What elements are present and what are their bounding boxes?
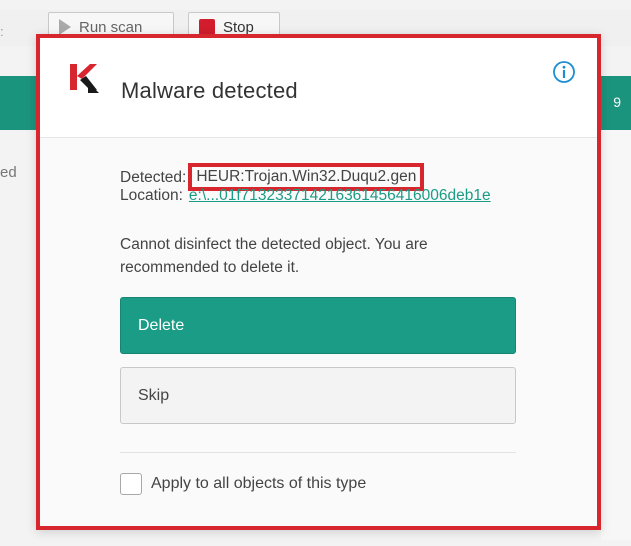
background-text-fragment: ed (0, 164, 17, 181)
location-row: Location: e:\...01f7132337142163614564160… (120, 187, 491, 205)
location-label: Location: (120, 187, 183, 204)
apply-all-option[interactable]: Apply to all objects of this type (120, 473, 366, 495)
delete-button[interactable]: Delete (120, 297, 516, 354)
skip-button[interactable]: Skip (120, 367, 516, 424)
skip-button-label: Skip (138, 386, 170, 404)
dialog-header: Malware detected (40, 38, 597, 138)
play-icon (59, 19, 71, 35)
detected-label: Detected: (120, 169, 187, 186)
disinfect-message: Cannot disinfect the detected object. Yo… (120, 236, 428, 276)
run-scan-label: Run scan (79, 18, 143, 36)
dialog-body: Detected: HEUR:Trojan.Win32.Duqu2.gen Loc… (40, 138, 597, 526)
dialog-title: Malware detected (121, 78, 298, 103)
background-side-strip (601, 130, 631, 540)
info-icon[interactable] (552, 60, 576, 84)
malware-detected-dialog: Malware detected Detected: HEUR:Trojan.Wi… (36, 34, 601, 530)
stop-label: Stop (223, 18, 254, 36)
divider (120, 452, 516, 453)
apply-all-label[interactable]: Apply to all objects of this type (151, 475, 366, 493)
kaspersky-logo-icon (70, 64, 99, 93)
background-count: 9 (613, 94, 621, 110)
stop-icon (199, 19, 215, 35)
apply-all-checkbox[interactable] (120, 473, 142, 495)
location-link[interactable]: e:\...01f713233714216361456416006deb1e (189, 187, 491, 204)
delete-button-label: Delete (138, 316, 185, 334)
toolbar-edge-text: : (0, 24, 4, 39)
